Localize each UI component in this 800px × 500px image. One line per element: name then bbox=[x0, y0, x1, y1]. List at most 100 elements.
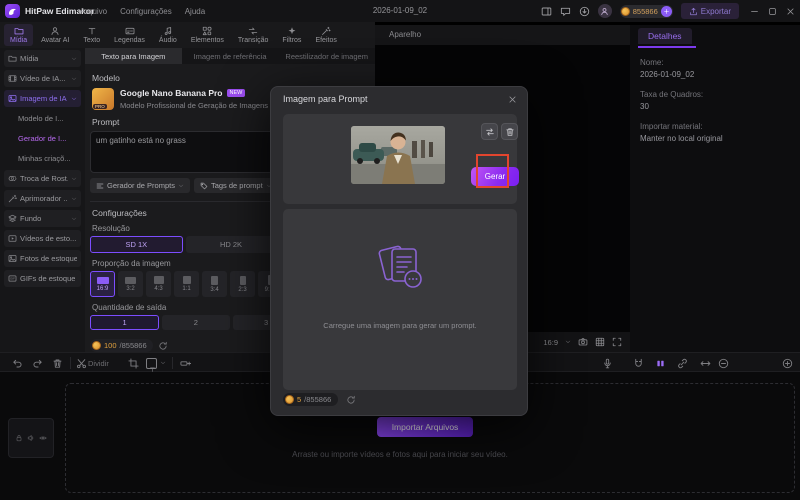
snapshot-icon[interactable] bbox=[578, 337, 588, 347]
ribbon-tab-transicao[interactable]: Transição bbox=[232, 24, 274, 46]
ribbon-tab-midia[interactable]: Mídia bbox=[4, 24, 34, 46]
undo-icon[interactable] bbox=[12, 358, 23, 369]
export-button[interactable]: Exportar bbox=[680, 3, 739, 19]
prompt-generator-dropdown[interactable]: Gerador de Prompts bbox=[90, 178, 190, 193]
delete-image-button[interactable] bbox=[501, 123, 518, 140]
feedback-icon[interactable] bbox=[560, 6, 571, 17]
image-icon bbox=[8, 94, 17, 103]
tab-imagem-referencia[interactable]: Imagem de referência bbox=[182, 48, 279, 64]
user-avatar[interactable] bbox=[597, 4, 612, 18]
download-icon[interactable] bbox=[579, 6, 590, 17]
prompt-tags-dropdown[interactable]: Tags de prompt bbox=[193, 178, 278, 193]
refresh-icon[interactable] bbox=[158, 341, 168, 351]
keyframe-icon[interactable] bbox=[655, 358, 666, 369]
chevron-down-icon bbox=[565, 339, 571, 345]
ratio-selector[interactable]: 16:9 bbox=[543, 338, 558, 347]
minimize-button[interactable] bbox=[750, 7, 759, 16]
dropdown-label: Tags de prompt bbox=[210, 181, 263, 190]
aspect-3-4[interactable]: 3:4 bbox=[202, 271, 227, 297]
sidebar-label: Gerador de I... bbox=[18, 134, 67, 143]
sidebar-label: Imagem de IA bbox=[20, 94, 67, 103]
drop-hint-text: Arraste ou importe vídeos e fotos aqui p… bbox=[292, 450, 508, 459]
sidebar-subitem-minhas-criacoes[interactable]: Minhas criaçõ... bbox=[4, 150, 81, 167]
balance-value: /855866 bbox=[304, 395, 332, 404]
redo-icon[interactable] bbox=[32, 358, 43, 369]
ribbon-tab-elementos[interactable]: Elementos bbox=[185, 24, 230, 46]
prompt-cost-badge: 5/855866 bbox=[283, 393, 339, 406]
sidebar-subitem-gerador[interactable]: Gerador de I... bbox=[4, 130, 81, 147]
uploaded-image-thumbnail[interactable] bbox=[351, 126, 445, 184]
generate-prompt-button[interactable]: Gerar bbox=[471, 167, 519, 186]
model-description: Modelo Profissional de Geração de Imagen… bbox=[120, 101, 269, 110]
close-dialog-button[interactable] bbox=[508, 95, 517, 104]
sidebar-item-fotos-estoque[interactable]: Fotos de estoque bbox=[4, 250, 81, 267]
menu-configuracoes[interactable]: Configurações bbox=[120, 7, 172, 16]
magnet-icon[interactable] bbox=[633, 358, 644, 369]
aspect-4-3[interactable]: 4:3 bbox=[146, 271, 171, 297]
refresh-icon[interactable] bbox=[346, 395, 356, 405]
delete-icon[interactable] bbox=[52, 358, 63, 369]
ribbon-tab-avatar-ai[interactable]: Avatar AI bbox=[35, 24, 75, 46]
sidebar-item-aprimorador[interactable]: Aprimorador ... bbox=[4, 190, 81, 207]
lock-icon[interactable] bbox=[15, 434, 23, 442]
quantity-1[interactable]: 1 bbox=[90, 315, 160, 330]
add-credits-button[interactable] bbox=[660, 5, 672, 17]
replace-image-button[interactable] bbox=[481, 123, 498, 140]
tab-detalhes[interactable]: Detalhes bbox=[638, 28, 692, 44]
sidebar-item-imagem-ia[interactable]: Imagem de IA bbox=[4, 90, 81, 107]
grid-icon[interactable] bbox=[595, 337, 605, 347]
credits-badge[interactable]: 855866 bbox=[619, 4, 673, 18]
split-icon[interactable] bbox=[76, 358, 87, 369]
field-label-fps: Taxa de Quadros: bbox=[640, 90, 704, 99]
crop-icon[interactable] bbox=[128, 357, 139, 369]
chevron-down-icon bbox=[71, 56, 77, 62]
resolution-hd2k[interactable]: HD 2K bbox=[185, 236, 277, 253]
expand-icon[interactable] bbox=[700, 358, 711, 369]
media-icon bbox=[14, 26, 24, 36]
ribbon-tab-efeitos[interactable]: Efeitos bbox=[309, 24, 342, 46]
device-label: Aparelho bbox=[375, 25, 630, 45]
ribbon-tab-filtros[interactable]: Filtros bbox=[276, 24, 307, 46]
avatar-icon bbox=[50, 26, 60, 36]
resolution-sd1x[interactable]: SD 1X bbox=[90, 236, 183, 253]
menu-arquivo[interactable]: Arquivo bbox=[80, 7, 107, 16]
sidebar-item-gifs-estoque[interactable]: GIF GIFs de estoque bbox=[4, 270, 81, 287]
maximize-button[interactable] bbox=[768, 7, 777, 16]
text-tool-button[interactable] bbox=[146, 357, 157, 372]
cost-value: 5 bbox=[297, 395, 302, 404]
sidebar-subitem-modelo[interactable]: Modelo de I... bbox=[4, 110, 81, 127]
sidebar-item-midia[interactable]: Mídia bbox=[4, 50, 81, 67]
sidebar-item-fundo[interactable]: Fundo bbox=[4, 210, 81, 227]
aspect-16-9[interactable]: 16:9 bbox=[90, 271, 115, 297]
zoom-in-icon[interactable] bbox=[782, 358, 793, 369]
sidebar-item-troca-rosto[interactable]: Troca de Rost... bbox=[4, 170, 81, 187]
tab-texto-para-imagem[interactable]: Texto para Imagem bbox=[85, 48, 182, 64]
visibility-icon[interactable] bbox=[39, 434, 47, 442]
fullscreen-icon[interactable] bbox=[612, 337, 622, 347]
link-icon[interactable] bbox=[677, 358, 688, 369]
ribbon-tab-label: Áudio bbox=[158, 37, 177, 44]
microphone-icon[interactable] bbox=[602, 358, 613, 369]
sidebar-item-video-ia[interactable]: Vídeo de IA... bbox=[4, 70, 81, 87]
aspect-3-2[interactable]: 3:2 bbox=[118, 271, 143, 297]
close-window-button[interactable] bbox=[786, 7, 795, 16]
layout-panels-icon[interactable] bbox=[541, 6, 552, 17]
menu-ajuda[interactable]: Ajuda bbox=[185, 7, 205, 16]
import-files-button[interactable]: Importar Arquivos bbox=[377, 417, 473, 437]
ribbon-tab-label: Avatar AI bbox=[41, 37, 70, 44]
ribbon-tab-texto[interactable]: Texto bbox=[77, 24, 106, 46]
ribbon-tab-legendas[interactable]: Legendas bbox=[108, 24, 151, 46]
ratio-label: 3:4 bbox=[210, 286, 219, 293]
zoom-out-icon[interactable] bbox=[718, 358, 729, 369]
sidebar-label: Vídeo de IA... bbox=[20, 74, 66, 83]
sidebar-item-videos-estoque[interactable]: Vídeos de esto... bbox=[4, 230, 81, 247]
aspect-1-1[interactable]: 1:1 bbox=[174, 271, 199, 297]
mute-icon[interactable] bbox=[27, 434, 35, 442]
chevron-down-icon bbox=[71, 76, 77, 82]
list-icon bbox=[96, 182, 104, 190]
add-track-icon[interactable] bbox=[180, 358, 191, 369]
aspect-2-3[interactable]: 2:3 bbox=[230, 271, 255, 297]
quantity-2[interactable]: 2 bbox=[162, 315, 230, 330]
tab-reestilizador[interactable]: Reestilizador de imagem bbox=[278, 48, 375, 64]
ribbon-tab-audio[interactable]: Áudio bbox=[153, 24, 183, 46]
